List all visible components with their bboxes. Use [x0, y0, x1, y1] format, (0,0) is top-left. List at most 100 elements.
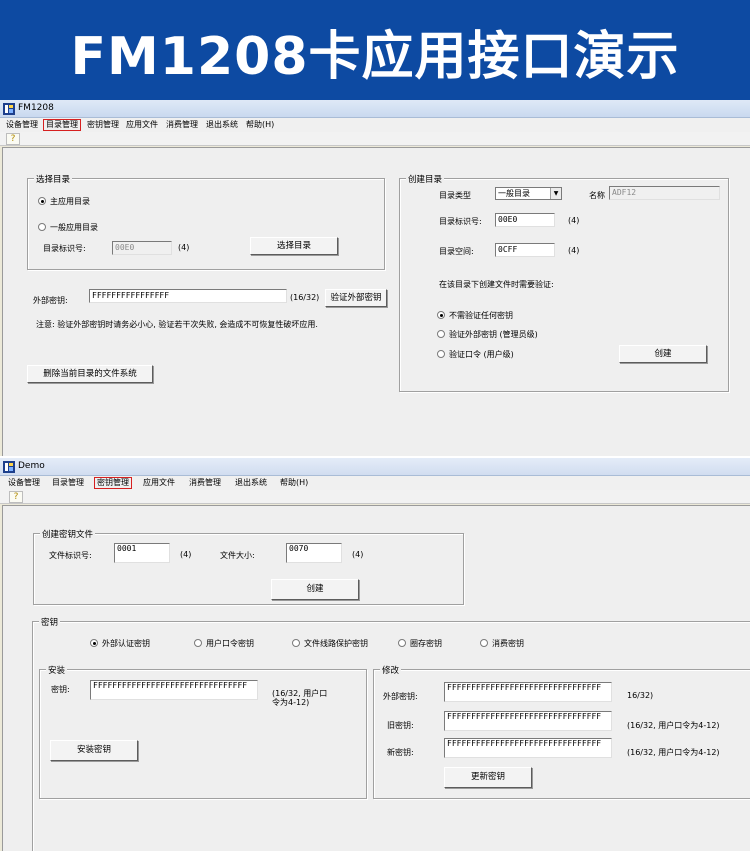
file-id-input[interactable]: 0001 — [114, 543, 170, 563]
window-title: FM1208 — [18, 103, 54, 113]
create-dir-id-input[interactable]: 00E0 — [495, 213, 555, 227]
warning-note: 注意: 验证外部密钥时请务必小心, 验证若干次失败, 会造成不可恢复性破坏应用. — [36, 320, 318, 329]
radio-line-protect-key[interactable]: 文件线路保护密钥 — [292, 638, 368, 649]
title-bar: FM1208 — [0, 100, 750, 118]
ext-key-label: 外部密钥: — [33, 296, 68, 305]
create-dir-id-label: 目录标识号: — [439, 217, 482, 226]
update-key-button[interactable]: 更新密钥 — [444, 767, 532, 788]
select-directory-button[interactable]: 选择目录 — [250, 237, 338, 255]
menu-directory[interactable]: 目录管理 — [43, 119, 81, 131]
radio-unchecked-icon — [437, 330, 445, 338]
file-id-label: 文件标识号: — [49, 551, 92, 560]
radio-unchecked-icon — [398, 639, 406, 647]
group-label: 安装 — [46, 664, 68, 676]
radio-verify-pin[interactable]: 验证口令 (用户级) — [437, 349, 514, 360]
install-key-button[interactable]: 安装密钥 — [50, 740, 138, 761]
radio-no-verify[interactable]: 不需验证任何密钥 — [437, 310, 513, 321]
menu-exit[interactable]: 退出系统 — [233, 477, 269, 489]
menu-exit[interactable]: 退出系统 — [204, 119, 240, 131]
radio-ext-auth-key[interactable]: 外部认证密钥 — [90, 638, 150, 649]
group-label: 密钥 — [39, 616, 61, 628]
new-key-hint: (16/32, 用户口令为4-12) — [627, 748, 720, 757]
menu-purchase[interactable]: 消费管理 — [187, 477, 223, 489]
radio-load-key[interactable]: 圈存密钥 — [398, 638, 442, 649]
banner: FM1208卡应用接口演示 — [0, 0, 750, 100]
window-fm1208: FM1208 设备管理 目录管理 密钥管理 应用文件 消费管理 退出系统 帮助(… — [0, 100, 750, 456]
menu-app-files[interactable]: 应用文件 — [124, 119, 160, 131]
old-key-label: 旧密钥: — [387, 721, 414, 730]
menu-purchase[interactable]: 消费管理 — [164, 119, 200, 131]
file-size-label: 文件大小: — [220, 551, 255, 560]
radio-unchecked-icon — [38, 223, 46, 231]
menu-device[interactable]: 设备管理 — [4, 119, 40, 131]
radio-normal-app-dir[interactable]: 一般应用目录 — [38, 222, 98, 233]
dir-id-label: 目录标识号: — [43, 244, 86, 253]
menu-help[interactable]: 帮助(H) — [244, 119, 276, 131]
dir-name-input[interactable]: ADF12 — [609, 186, 720, 200]
select-directory-group: 选择目录 主应用目录 一般应用目录 目录标识号: 00E0 (4) 选择目录 — [27, 173, 385, 270]
ext-key-input[interactable]: FFFFFFFFFFFFFFFF — [89, 289, 287, 303]
create-directory-group: 创建目录 目录类型 一般目录 ▼ 名称 ADF12 目录标识号: 00E0 (4)… — [399, 173, 729, 392]
radio-unchecked-icon — [292, 639, 300, 647]
create-key-file-group: 创建密钥文件 文件标识号: 0001 (4) 文件大小: 0070 (4) 创建 — [33, 528, 464, 605]
modify-ext-key-input[interactable]: FFFFFFFFFFFFFFFFFFFFFFFFFFFFFFFF — [444, 682, 612, 702]
menu-device[interactable]: 设备管理 — [6, 477, 42, 489]
menu-directory[interactable]: 目录管理 — [50, 477, 86, 489]
dir-space-label: 目录空间: — [439, 247, 474, 256]
dir-id-input[interactable]: 00E0 — [112, 241, 172, 255]
key-icon[interactable]: ? — [9, 491, 23, 503]
dir-id-hint: (4) — [178, 243, 190, 252]
radio-main-app-dir[interactable]: 主应用目录 — [38, 196, 90, 207]
radio-user-pin-key[interactable]: 用户口令密钥 — [194, 638, 254, 649]
group-label: 创建密钥文件 — [40, 528, 96, 540]
radio-purchase-key[interactable]: 消费密钥 — [480, 638, 524, 649]
keys-group: 密钥 外部认证密钥 用户口令密钥 文件线路保护密钥 圈存密钥 消费密钥 安装 密… — [32, 616, 750, 851]
radio-checked-icon — [90, 639, 98, 647]
create-directory-button[interactable]: 创建 — [619, 345, 707, 363]
menu-app-files[interactable]: 应用文件 — [141, 477, 177, 489]
radio-verify-ext-key[interactable]: 验证外部密钥 (管理员级) — [437, 329, 538, 340]
menu-help[interactable]: 帮助(H) — [278, 477, 310, 489]
file-size-input[interactable]: 0070 — [286, 543, 342, 563]
radio-checked-icon — [38, 197, 46, 205]
delete-filesystem-button[interactable]: 删除当前目录的文件系统 — [27, 365, 153, 383]
dir-name-label: 名称 — [589, 191, 605, 200]
radio-unchecked-icon — [437, 350, 445, 358]
menu-bar: 设备管理 目录管理 密钥管理 应用文件 消费管理 退出系统 帮助(H) — [0, 476, 750, 490]
menu-keys[interactable]: 密钥管理 — [94, 477, 132, 489]
group-label: 创建目录 — [406, 173, 445, 185]
banner-title: FM1208卡应用接口演示 — [70, 27, 680, 87]
verify-ext-key-button[interactable]: 验证外部密钥 — [325, 289, 387, 307]
dir-type-label: 目录类型 — [439, 191, 471, 200]
install-group: 安装 密钥: FFFFFFFFFFFFFFFFFFFFFFFFFFFFFFFF … — [39, 664, 367, 799]
modify-ext-key-label: 外部密钥: — [383, 692, 418, 701]
dir-type-select[interactable]: 一般目录 ▼ — [495, 187, 562, 200]
client-area: 创建密钥文件 文件标识号: 0001 (4) 文件大小: 0070 (4) 创建… — [2, 505, 750, 851]
create-dir-id-hint: (4) — [568, 216, 580, 225]
group-label: 选择目录 — [34, 173, 73, 185]
client-area: 选择目录 主应用目录 一般应用目录 目录标识号: 00E0 (4) 选择目录 外… — [2, 147, 750, 456]
dir-space-input[interactable]: 0CFF — [495, 243, 555, 257]
dir-space-hint: (4) — [568, 246, 580, 255]
key-icon[interactable]: ? — [6, 133, 20, 145]
file-size-hint: (4) — [352, 550, 364, 559]
create-key-file-button[interactable]: 创建 — [271, 579, 359, 600]
window-demo: Demo 设备管理 目录管理 密钥管理 应用文件 消费管理 退出系统 帮助(H)… — [0, 458, 750, 851]
app-icon — [3, 461, 15, 473]
menu-bar: 设备管理 目录管理 密钥管理 应用文件 消费管理 退出系统 帮助(H) — [0, 118, 750, 132]
menu-keys[interactable]: 密钥管理 — [85, 119, 121, 131]
new-key-label: 新密钥: — [387, 748, 414, 757]
title-bar: Demo — [0, 458, 750, 476]
chevron-down-icon: ▼ — [550, 188, 561, 199]
old-key-hint: (16/32, 用户口令为4-12) — [627, 721, 720, 730]
new-key-input[interactable]: FFFFFFFFFFFFFFFFFFFFFFFFFFFFFFFF — [444, 738, 612, 758]
toolbar: ? — [0, 132, 750, 146]
radio-unchecked-icon — [480, 639, 488, 647]
file-id-hint: (4) — [180, 550, 192, 559]
install-key-label: 密钥: — [51, 685, 70, 694]
modify-group: 修改 外部密钥: FFFFFFFFFFFFFFFFFFFFFFFFFFFFFFF… — [373, 664, 750, 799]
old-key-input[interactable]: FFFFFFFFFFFFFFFFFFFFFFFFFFFFFFFF — [444, 711, 612, 731]
group-label: 修改 — [380, 664, 402, 676]
install-key-input[interactable]: FFFFFFFFFFFFFFFFFFFFFFFFFFFFFFFF — [90, 680, 258, 700]
install-hint-2: 令为4-12) — [272, 698, 310, 707]
